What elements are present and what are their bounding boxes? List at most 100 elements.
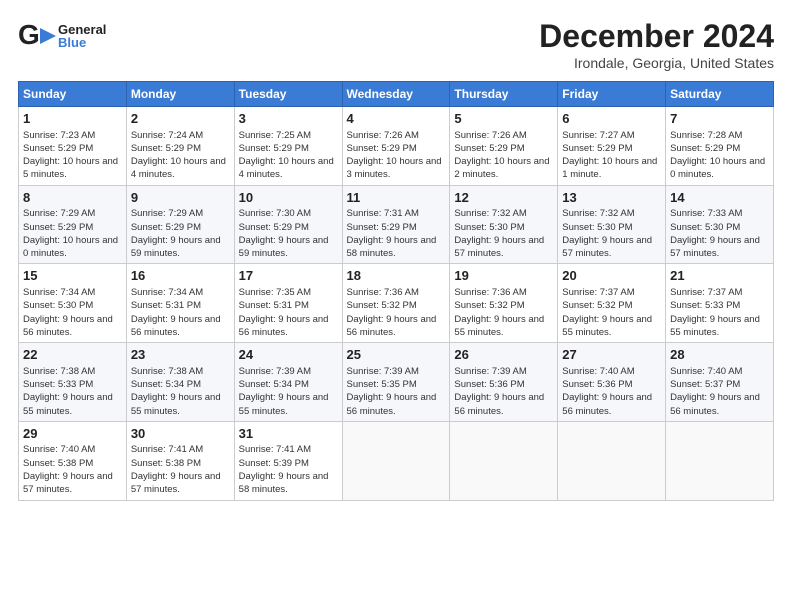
day-info: Sunrise: 7:26 AM Sunset: 5:29 PM Dayligh…	[454, 129, 553, 182]
day-number: 21	[670, 267, 769, 285]
calendar-cell: 13 Sunrise: 7:32 AM Sunset: 5:30 PM Dayl…	[558, 185, 666, 264]
calendar-cell: 31 Sunrise: 7:41 AM Sunset: 5:39 PM Dayl…	[234, 421, 342, 500]
day-info: Sunrise: 7:39 AM Sunset: 5:34 PM Dayligh…	[239, 365, 338, 418]
day-number: 29	[23, 425, 122, 443]
calendar-cell: 28 Sunrise: 7:40 AM Sunset: 5:37 PM Dayl…	[666, 343, 774, 422]
logo-icon: G	[18, 18, 56, 54]
day-number: 5	[454, 110, 553, 128]
day-info: Sunrise: 7:24 AM Sunset: 5:29 PM Dayligh…	[131, 129, 230, 182]
logo-blue-text: Blue	[58, 36, 106, 49]
header: G General Blue December 2024 Irondale, G…	[18, 18, 774, 71]
day-info: Sunrise: 7:37 AM Sunset: 5:32 PM Dayligh…	[562, 286, 661, 339]
day-info: Sunrise: 7:35 AM Sunset: 5:31 PM Dayligh…	[239, 286, 338, 339]
calendar-cell: 20 Sunrise: 7:37 AM Sunset: 5:32 PM Dayl…	[558, 264, 666, 343]
calendar-cell	[342, 421, 450, 500]
calendar-cell: 21 Sunrise: 7:37 AM Sunset: 5:33 PM Dayl…	[666, 264, 774, 343]
day-number: 14	[670, 189, 769, 207]
day-info: Sunrise: 7:40 AM Sunset: 5:37 PM Dayligh…	[670, 365, 769, 418]
calendar-cell: 8 Sunrise: 7:29 AM Sunset: 5:29 PM Dayli…	[19, 185, 127, 264]
day-number: 31	[239, 425, 338, 443]
day-info: Sunrise: 7:38 AM Sunset: 5:34 PM Dayligh…	[131, 365, 230, 418]
calendar-cell: 5 Sunrise: 7:26 AM Sunset: 5:29 PM Dayli…	[450, 107, 558, 186]
day-number: 8	[23, 189, 122, 207]
day-info: Sunrise: 7:23 AM Sunset: 5:29 PM Dayligh…	[23, 129, 122, 182]
day-number: 22	[23, 346, 122, 364]
calendar-week-5: 29 Sunrise: 7:40 AM Sunset: 5:38 PM Dayl…	[19, 421, 774, 500]
day-info: Sunrise: 7:40 AM Sunset: 5:38 PM Dayligh…	[23, 443, 122, 496]
calendar-cell: 15 Sunrise: 7:34 AM Sunset: 5:30 PM Dayl…	[19, 264, 127, 343]
day-number: 1	[23, 110, 122, 128]
col-monday: Monday	[126, 82, 234, 107]
calendar-cell: 19 Sunrise: 7:36 AM Sunset: 5:32 PM Dayl…	[450, 264, 558, 343]
day-number: 2	[131, 110, 230, 128]
calendar-week-2: 8 Sunrise: 7:29 AM Sunset: 5:29 PM Dayli…	[19, 185, 774, 264]
day-number: 28	[670, 346, 769, 364]
calendar-cell: 12 Sunrise: 7:32 AM Sunset: 5:30 PM Dayl…	[450, 185, 558, 264]
calendar-table: Sunday Monday Tuesday Wednesday Thursday…	[18, 81, 774, 501]
day-info: Sunrise: 7:34 AM Sunset: 5:30 PM Dayligh…	[23, 286, 122, 339]
calendar-cell: 10 Sunrise: 7:30 AM Sunset: 5:29 PM Dayl…	[234, 185, 342, 264]
day-info: Sunrise: 7:41 AM Sunset: 5:38 PM Dayligh…	[131, 443, 230, 496]
day-info: Sunrise: 7:26 AM Sunset: 5:29 PM Dayligh…	[347, 129, 446, 182]
calendar-cell: 14 Sunrise: 7:33 AM Sunset: 5:30 PM Dayl…	[666, 185, 774, 264]
day-info: Sunrise: 7:31 AM Sunset: 5:29 PM Dayligh…	[347, 207, 446, 260]
col-thursday: Thursday	[450, 82, 558, 107]
day-info: Sunrise: 7:36 AM Sunset: 5:32 PM Dayligh…	[347, 286, 446, 339]
title-area: December 2024 Irondale, Georgia, United …	[539, 18, 774, 71]
col-tuesday: Tuesday	[234, 82, 342, 107]
day-number: 6	[562, 110, 661, 128]
day-number: 23	[131, 346, 230, 364]
day-number: 26	[454, 346, 553, 364]
day-number: 19	[454, 267, 553, 285]
day-info: Sunrise: 7:30 AM Sunset: 5:29 PM Dayligh…	[239, 207, 338, 260]
calendar-cell: 4 Sunrise: 7:26 AM Sunset: 5:29 PM Dayli…	[342, 107, 450, 186]
calendar-cell: 30 Sunrise: 7:41 AM Sunset: 5:38 PM Dayl…	[126, 421, 234, 500]
day-number: 25	[347, 346, 446, 364]
calendar-cell: 24 Sunrise: 7:39 AM Sunset: 5:34 PM Dayl…	[234, 343, 342, 422]
calendar-cell: 3 Sunrise: 7:25 AM Sunset: 5:29 PM Dayli…	[234, 107, 342, 186]
day-number: 4	[347, 110, 446, 128]
calendar-cell: 7 Sunrise: 7:28 AM Sunset: 5:29 PM Dayli…	[666, 107, 774, 186]
col-wednesday: Wednesday	[342, 82, 450, 107]
calendar-cell: 26 Sunrise: 7:39 AM Sunset: 5:36 PM Dayl…	[450, 343, 558, 422]
calendar-cell: 16 Sunrise: 7:34 AM Sunset: 5:31 PM Dayl…	[126, 264, 234, 343]
calendar-cell: 29 Sunrise: 7:40 AM Sunset: 5:38 PM Dayl…	[19, 421, 127, 500]
day-info: Sunrise: 7:25 AM Sunset: 5:29 PM Dayligh…	[239, 129, 338, 182]
day-number: 3	[239, 110, 338, 128]
calendar-cell	[666, 421, 774, 500]
day-info: Sunrise: 7:36 AM Sunset: 5:32 PM Dayligh…	[454, 286, 553, 339]
calendar-cell: 17 Sunrise: 7:35 AM Sunset: 5:31 PM Dayl…	[234, 264, 342, 343]
calendar-cell: 22 Sunrise: 7:38 AM Sunset: 5:33 PM Dayl…	[19, 343, 127, 422]
day-info: Sunrise: 7:29 AM Sunset: 5:29 PM Dayligh…	[23, 207, 122, 260]
day-info: Sunrise: 7:38 AM Sunset: 5:33 PM Dayligh…	[23, 365, 122, 418]
calendar-cell: 11 Sunrise: 7:31 AM Sunset: 5:29 PM Dayl…	[342, 185, 450, 264]
day-info: Sunrise: 7:29 AM Sunset: 5:29 PM Dayligh…	[131, 207, 230, 260]
day-number: 16	[131, 267, 230, 285]
day-info: Sunrise: 7:27 AM Sunset: 5:29 PM Dayligh…	[562, 129, 661, 182]
calendar-cell: 23 Sunrise: 7:38 AM Sunset: 5:34 PM Dayl…	[126, 343, 234, 422]
day-info: Sunrise: 7:32 AM Sunset: 5:30 PM Dayligh…	[562, 207, 661, 260]
col-sunday: Sunday	[19, 82, 127, 107]
month-title: December 2024	[539, 18, 774, 55]
calendar-week-4: 22 Sunrise: 7:38 AM Sunset: 5:33 PM Dayl…	[19, 343, 774, 422]
day-number: 12	[454, 189, 553, 207]
calendar-cell	[450, 421, 558, 500]
calendar-cell: 2 Sunrise: 7:24 AM Sunset: 5:29 PM Dayli…	[126, 107, 234, 186]
day-info: Sunrise: 7:34 AM Sunset: 5:31 PM Dayligh…	[131, 286, 230, 339]
day-info: Sunrise: 7:32 AM Sunset: 5:30 PM Dayligh…	[454, 207, 553, 260]
col-friday: Friday	[558, 82, 666, 107]
day-number: 27	[562, 346, 661, 364]
calendar-cell: 25 Sunrise: 7:39 AM Sunset: 5:35 PM Dayl…	[342, 343, 450, 422]
col-saturday: Saturday	[666, 82, 774, 107]
day-info: Sunrise: 7:37 AM Sunset: 5:33 PM Dayligh…	[670, 286, 769, 339]
day-number: 7	[670, 110, 769, 128]
calendar-week-3: 15 Sunrise: 7:34 AM Sunset: 5:30 PM Dayl…	[19, 264, 774, 343]
calendar-cell: 9 Sunrise: 7:29 AM Sunset: 5:29 PM Dayli…	[126, 185, 234, 264]
calendar-cell: 6 Sunrise: 7:27 AM Sunset: 5:29 PM Dayli…	[558, 107, 666, 186]
page-container: G General Blue December 2024 Irondale, G…	[0, 0, 792, 511]
day-number: 11	[347, 189, 446, 207]
svg-text:G: G	[18, 19, 40, 50]
day-number: 24	[239, 346, 338, 364]
day-number: 20	[562, 267, 661, 285]
logo: G General Blue	[18, 18, 106, 54]
